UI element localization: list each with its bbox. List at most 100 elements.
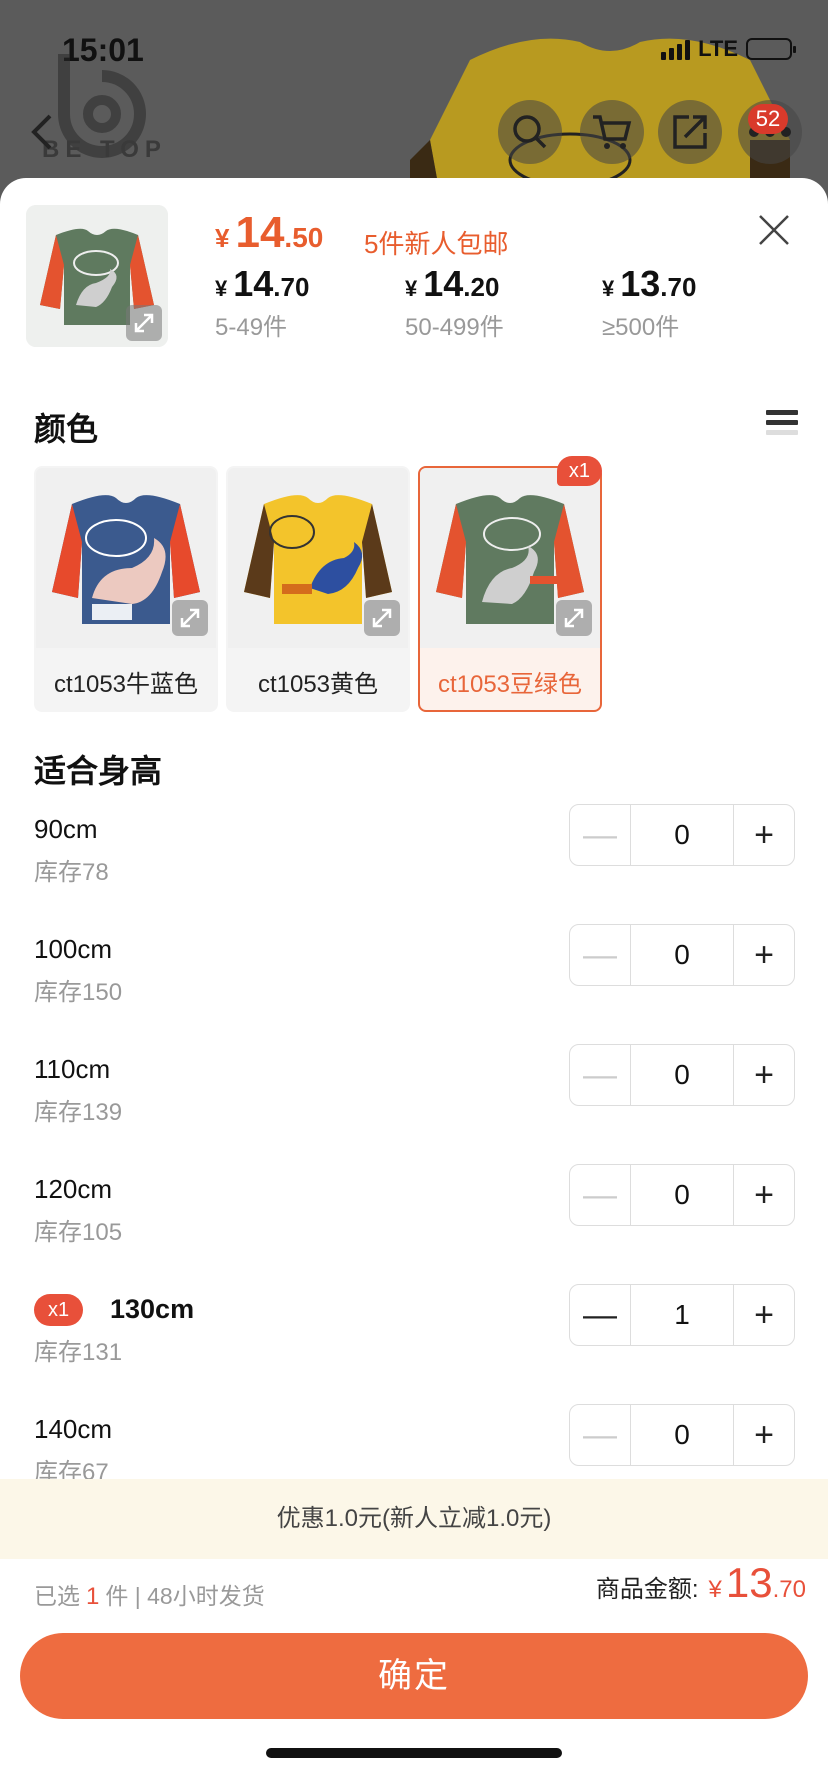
confirm-button[interactable]: 确定 — [20, 1633, 808, 1719]
color-option-label: ct1053牛蓝色 — [53, 671, 199, 698]
tier-range: 5-49件 — [215, 314, 288, 341]
decrement-button[interactable]: — — [570, 1165, 630, 1225]
price-decimal: .70 — [660, 272, 697, 302]
increment-button[interactable]: + — [734, 1285, 794, 1345]
share-button[interactable] — [658, 100, 722, 164]
expand-icon — [564, 608, 584, 628]
price-integer: 14 — [233, 263, 274, 304]
quantity-value[interactable]: 1 — [630, 1285, 734, 1345]
currency-symbol: ¥ — [215, 223, 230, 253]
battery-icon — [746, 38, 796, 60]
quantity-stepper: — 1 + — [569, 1284, 795, 1346]
close-icon[interactable] — [756, 212, 792, 248]
decrement-button[interactable]: — — [570, 925, 630, 985]
cart-icon — [593, 115, 632, 149]
selected-suffix: 件 | 48小时发货 — [105, 1583, 265, 1609]
selected-summary: 已选 1 件 | 48小时发货 — [34, 1577, 265, 1611]
decrement-button[interactable]: — — [570, 1045, 630, 1105]
color-option[interactable]: ct1053黄色 — [226, 466, 410, 712]
signal-icon — [661, 38, 691, 60]
currency-symbol: ¥ — [708, 1576, 722, 1603]
stock-label: 库存131 — [34, 1339, 123, 1366]
selected-count: 1 — [86, 1583, 100, 1610]
current-price: ¥ 14 .50 — [215, 208, 323, 258]
expand-icon — [372, 608, 392, 628]
color-option-label: ct1053豆绿色 — [437, 671, 583, 698]
color-option[interactable]: ct1053牛蓝色 — [34, 466, 218, 712]
decrement-button[interactable]: — — [570, 1405, 630, 1465]
stock-label: 库存139 — [34, 1099, 123, 1126]
price-tier: ¥13.70 ≥500件 — [602, 263, 696, 342]
amount-label: 商品金额: — [595, 1576, 699, 1603]
currency-symbol: ¥ — [602, 276, 615, 301]
search-button[interactable] — [498, 100, 562, 164]
increment-button[interactable]: + — [734, 805, 794, 865]
size-section-title: 适合身高 — [34, 753, 163, 789]
amount-decimal: .70 — [772, 1576, 806, 1603]
cart-button[interactable] — [580, 100, 644, 164]
sku-selector-sheet: ¥ 14 .50 5件新人包邮 ¥14.70 5-49件 ¥14.20 50-4… — [0, 178, 828, 1792]
currency-symbol: ¥ — [215, 276, 228, 301]
currency-symbol: ¥ — [405, 276, 418, 301]
quantity-value[interactable]: 0 — [630, 1045, 734, 1105]
size-label: 140cm — [34, 1414, 113, 1444]
expand-button[interactable] — [172, 600, 208, 636]
increment-button[interactable]: + — [734, 1165, 794, 1225]
quantity-stepper: — 0 + — [569, 1404, 795, 1466]
expand-button[interactable] — [364, 600, 400, 636]
size-row: 100cm 库存150 — 0 + — [14, 924, 814, 1054]
price-integer: 14 — [235, 208, 285, 257]
size-label: 100cm — [34, 934, 113, 964]
product-thumbnail[interactable] — [26, 205, 168, 347]
list-view-icon[interactable] — [766, 410, 798, 442]
amount-integer: 13 — [725, 1559, 773, 1606]
back-icon[interactable] — [28, 112, 58, 152]
total-amount: 商品金额: ¥ 13 .70 — [596, 1559, 806, 1607]
quantity-stepper: — 0 + — [569, 804, 795, 866]
increment-button[interactable]: + — [734, 1405, 794, 1465]
promo-text: 5件新人包邮 — [364, 229, 509, 259]
price-integer: 13 — [620, 263, 661, 304]
quantity-value[interactable]: 0 — [630, 805, 734, 865]
expand-button[interactable] — [556, 600, 592, 636]
stock-label: 库存105 — [34, 1219, 123, 1246]
expand-icon — [180, 608, 200, 628]
network-label: LTE — [698, 36, 738, 61]
brand-logo-text: BE TOP — [42, 136, 167, 163]
quantity-value[interactable]: 0 — [630, 1405, 734, 1465]
size-label: 110cm — [34, 1054, 111, 1084]
color-section-title: 颜色 — [34, 411, 99, 447]
order-summary: 已选 1 件 | 48小时发货 商品金额: ¥ 13 .70 — [0, 1559, 828, 1619]
color-option-selected[interactable]: ct1053豆绿色 x1 — [418, 456, 602, 712]
quantity-value[interactable]: 0 — [630, 925, 734, 985]
stock-label: 库存67 — [34, 1459, 109, 1479]
size-label: 90cm — [34, 814, 98, 844]
quantity-badge: x1 — [556, 456, 602, 486]
decrement-button[interactable]: — — [570, 1285, 630, 1345]
quantity-stepper: — 0 + — [569, 1044, 795, 1106]
price-decimal: .70 — [273, 272, 310, 302]
size-row: 120cm 库存105 — 0 + — [14, 1164, 814, 1294]
quantity-stepper: — 0 + — [569, 924, 795, 986]
stock-label: 库存150 — [34, 979, 123, 1006]
price-decimal: .20 — [463, 272, 500, 302]
size-row: 90cm 库存78 — 0 + — [14, 804, 814, 934]
sku-options-scroll[interactable]: 颜色 ct1053牛蓝色 ct1053黄色 ct1053豆绿色 x1 适合身高 … — [14, 374, 814, 1479]
discount-banner: 优惠1.0元(新人立减1.0元) — [0, 1479, 828, 1559]
expand-button[interactable] — [126, 305, 162, 341]
tier-range: 50-499件 — [405, 314, 504, 341]
quantity-value[interactable]: 0 — [630, 1165, 734, 1225]
decrement-button[interactable]: — — [570, 805, 630, 865]
expand-icon — [134, 313, 154, 333]
search-icon — [513, 115, 547, 149]
sheet-header: ¥ 14 .50 5件新人包邮 ¥14.70 5-49件 ¥14.20 50-4… — [0, 178, 828, 374]
size-label: 120cm — [34, 1174, 113, 1204]
quantity-stepper: — 0 + — [569, 1164, 795, 1226]
size-row: 140cm 库存67 — 0 + — [14, 1404, 814, 1479]
sku-options: 颜色 ct1053牛蓝色 ct1053黄色 ct1053豆绿色 x1 适合身高 … — [14, 374, 814, 1479]
increment-button[interactable]: + — [734, 925, 794, 985]
size-label: 130cm — [110, 1294, 195, 1324]
price-integer: 14 — [423, 263, 464, 304]
increment-button[interactable]: + — [734, 1045, 794, 1105]
size-row: 110cm 库存139 — 0 + — [14, 1044, 814, 1174]
